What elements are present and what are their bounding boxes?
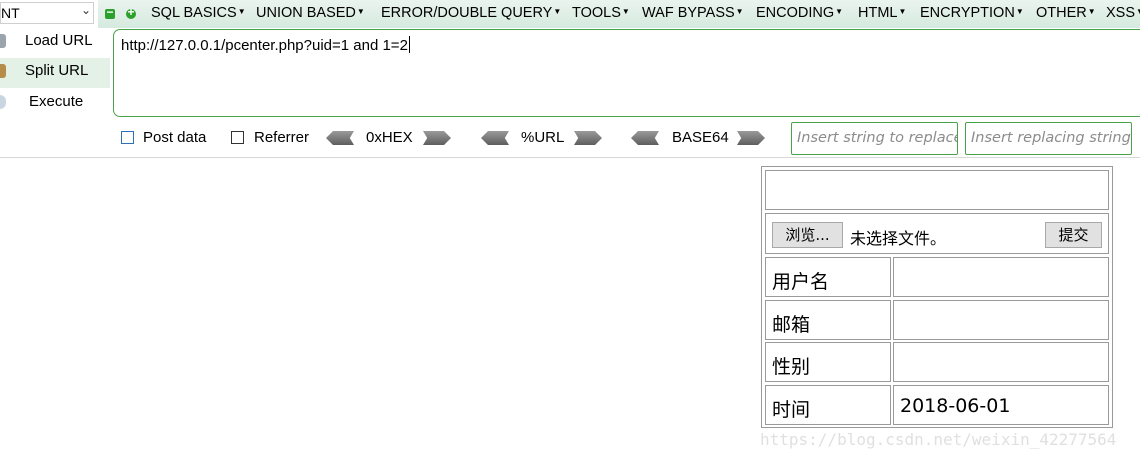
time-value: 2018-06-01 bbox=[900, 395, 1011, 417]
url-encode-arrow-icon[interactable] bbox=[574, 131, 602, 145]
execute-icon bbox=[0, 95, 6, 109]
load-url-button[interactable]: Load URL bbox=[0, 28, 110, 58]
table-header-row bbox=[765, 170, 1109, 210]
menu-waf-bypass[interactable]: WAF BYPASS▼ bbox=[642, 5, 744, 21]
chevron-down-icon: ⌄ bbox=[80, 3, 91, 17]
load-url-icon bbox=[0, 34, 6, 48]
menu-sql-basics[interactable]: SQL BASICS▼ bbox=[151, 5, 246, 21]
base64-label: BASE64 bbox=[672, 129, 729, 146]
url-text: http://127.0.0.1/pcenter.php?uid=1 and 1… bbox=[121, 36, 410, 54]
email-value-cell bbox=[893, 300, 1109, 340]
mode-dropdown[interactable]: NT ⌄ bbox=[0, 2, 94, 24]
url-decode-arrow-icon[interactable] bbox=[481, 131, 509, 145]
file-status-text: 未选择文件。 bbox=[850, 229, 947, 248]
menu-union-based[interactable]: UNION BASED▼ bbox=[256, 5, 365, 21]
menu-label: ENCRYPTION bbox=[920, 5, 1015, 21]
base64-decode-arrow-icon[interactable] bbox=[631, 131, 659, 145]
browse-label: 浏览... bbox=[785, 226, 830, 244]
replacing-string-input[interactable]: Insert replacing string bbox=[965, 122, 1132, 155]
plus-icon[interactable]: + bbox=[126, 5, 136, 19]
watermark-text: https://blog.csdn.net/weixin_42277564 bbox=[760, 430, 1117, 449]
base64-encode-arrow-icon[interactable] bbox=[737, 131, 765, 145]
post-data-label: Post data bbox=[143, 129, 207, 146]
mode-dropdown-value: NT bbox=[1, 5, 20, 21]
table-row: 性别 bbox=[765, 342, 891, 382]
split-url-button[interactable]: Split URL bbox=[0, 58, 110, 88]
referrer-label: Referrer bbox=[254, 129, 310, 146]
replacing-placeholder: Insert replacing string bbox=[971, 130, 1131, 146]
menu-encoding[interactable]: ENCODING▼ bbox=[756, 5, 843, 21]
replace-placeholder: Insert string to replace bbox=[797, 130, 958, 146]
menu-label: SQL BASICS bbox=[151, 5, 237, 21]
text-cursor bbox=[408, 36, 410, 53]
menu-encryption[interactable]: ENCRYPTION▼ bbox=[920, 5, 1024, 21]
menu-html[interactable]: HTML▼ bbox=[858, 5, 906, 21]
username-value-cell bbox=[893, 257, 1109, 297]
menu-label: TOOLS bbox=[572, 5, 621, 21]
submit-button[interactable]: 提交 bbox=[1045, 222, 1102, 248]
load-url-label: Load URL bbox=[25, 32, 93, 49]
menu-label: XSS bbox=[1106, 5, 1136, 21]
menu-label: ENCODING bbox=[756, 5, 835, 21]
menu-xss[interactable]: XSS▼ bbox=[1106, 5, 1140, 21]
post-data-checkbox[interactable] bbox=[121, 131, 134, 144]
split-url-icon bbox=[0, 64, 6, 78]
username-label: 用户名 bbox=[772, 271, 830, 293]
table-row: 用户名 bbox=[765, 257, 891, 297]
referrer-checkbox[interactable] bbox=[231, 131, 244, 144]
url-encode-label: %URL bbox=[521, 129, 565, 146]
gender-value-cell bbox=[893, 342, 1109, 382]
hex-encode-arrow-icon[interactable] bbox=[423, 131, 451, 145]
minus-icon[interactable]: − bbox=[105, 5, 115, 19]
table-row: 邮箱 bbox=[765, 300, 891, 340]
split-url-label: Split URL bbox=[25, 62, 89, 79]
menu-error-double-query[interactable]: ERROR/DOUBLE QUERY▼ bbox=[381, 5, 561, 21]
execute-button[interactable]: Execute bbox=[0, 89, 110, 119]
email-label: 邮箱 bbox=[772, 314, 811, 336]
hackbar-panel: NT ⌄ − + SQL BASICS▼ UNION BASED▼ ERROR/… bbox=[0, 0, 1140, 158]
url-value: http://127.0.0.1/pcenter.php?uid=1 and 1… bbox=[121, 37, 408, 54]
menu-other[interactable]: OTHER▼ bbox=[1036, 5, 1096, 21]
browse-button[interactable]: 浏览... bbox=[772, 222, 843, 248]
menu-tools[interactable]: TOOLS▼ bbox=[572, 5, 630, 21]
execute-label: Execute bbox=[29, 93, 84, 110]
menu-label: OTHER bbox=[1036, 5, 1087, 21]
time-value-cell: 2018-06-01 bbox=[893, 385, 1109, 425]
submit-label: 提交 bbox=[1058, 226, 1089, 244]
table-row: 时间 bbox=[765, 385, 891, 425]
time-label: 时间 bbox=[772, 399, 811, 421]
replace-string-input[interactable]: Insert string to replace bbox=[791, 122, 958, 155]
hex-decode-arrow-icon[interactable] bbox=[326, 131, 354, 145]
menu-label: UNION BASED bbox=[256, 5, 356, 21]
hex-label: 0xHEX bbox=[366, 129, 413, 146]
menu-label: HTML bbox=[858, 5, 898, 21]
gender-label: 性别 bbox=[772, 356, 811, 378]
menu-label: ERROR/DOUBLE QUERY bbox=[381, 5, 553, 21]
menu-label: WAF BYPASS bbox=[642, 5, 735, 21]
url-textarea[interactable]: http://127.0.0.1/pcenter.php?uid=1 and 1… bbox=[113, 29, 1140, 117]
